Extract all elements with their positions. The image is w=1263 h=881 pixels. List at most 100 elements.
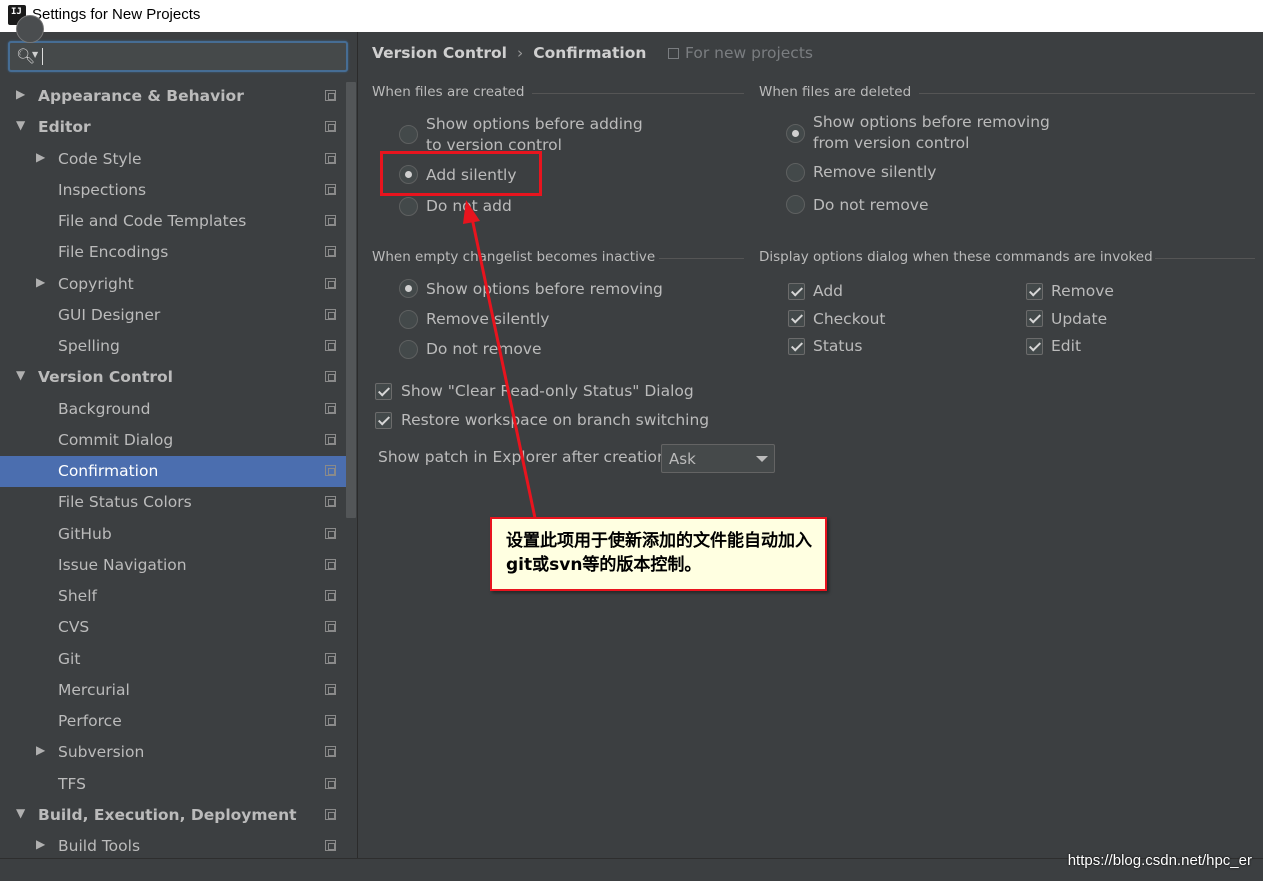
expand-arrow-down-icon[interactable]: ▼ [16,806,25,820]
radio-remove-silently[interactable] [786,163,805,182]
sidebar-item-issue-navigation[interactable]: Issue Navigation [0,550,346,581]
title-bar: IJ Settings for New Projects [0,0,1263,32]
sidebar-item-tfs[interactable]: TFS [0,769,346,800]
sidebar-scrollbar[interactable] [346,82,356,518]
checkbox-update[interactable] [1026,310,1043,327]
sidebar-item-version-control[interactable]: ▼ Version Control [0,362,346,393]
sidebar-item-label: File Encodings [58,243,169,261]
sidebar-item-code-style[interactable]: ▶ Code Style [0,144,346,175]
settings-search-input[interactable]: 🔍︎ ▼ [8,41,348,72]
option-do-not-remove[interactable]: Do not remove [813,195,929,216]
sidebar-item-build-execution-deployment[interactable]: ▼ Build, Execution, Deployment [0,800,346,831]
label-clear-readonly[interactable]: Show "Clear Read-only Status" Dialog [401,381,694,402]
radio-changelist-show-options[interactable] [399,279,418,298]
breadcrumb-confirmation: Confirmation [533,44,647,62]
sidebar-item-git[interactable]: Git [0,644,346,675]
expand-arrow-right-icon[interactable]: ▶ [36,743,45,757]
label-edit[interactable]: Edit [1051,336,1081,357]
label-status[interactable]: Status [813,336,862,357]
checkbox-checkout[interactable] [788,310,805,327]
sidebar-item-label: Code Style [58,150,142,168]
sidebar-item-background[interactable]: Background [0,394,346,425]
sidebar-item-copyright[interactable]: ▶ Copyright [0,269,346,300]
radio-do-not-remove[interactable] [786,195,805,214]
for-new-projects-label: For new projects [668,44,813,62]
radio-changelist-remove-silently[interactable] [399,310,418,329]
expand-arrow-right-icon[interactable]: ▶ [36,275,45,289]
section-divider [659,258,744,259]
option-changelist-show-options[interactable]: Show options before removing [426,279,663,300]
settings-sidebar: 🔍︎ ▼ ▶ Appearance & Behavior ▼ Editor ▶ Code … [0,32,358,858]
option-show-options-adding[interactable]: Show options before adding to version co… [426,114,643,156]
radio-show-options-removing[interactable] [786,124,805,143]
sidebar-item-mercurial[interactable]: Mercurial [0,675,346,706]
label-update[interactable]: Update [1051,309,1107,330]
sidebar-item-label: Editor [38,118,91,136]
help-icon[interactable] [16,15,44,43]
checkbox-restore-workspace[interactable] [375,412,392,429]
expand-arrow-right-icon[interactable]: ▶ [16,87,25,101]
annotation-highlight-box [380,151,542,196]
expand-arrow-down-icon[interactable]: ▼ [16,368,25,382]
sidebar-item-label: Issue Navigation [58,556,187,574]
option-changelist-do-not-remove[interactable]: Do not remove [426,339,542,360]
sidebar-item-file-encodings[interactable]: File Encodings [0,237,346,268]
sidebar-item-file-and-code-templates[interactable]: File and Code Templates [0,206,346,237]
project-settings-icon [325,840,336,851]
expand-arrow-down-icon[interactable]: ▼ [16,118,25,132]
checkbox-clear-readonly[interactable] [375,383,392,400]
sidebar-item-subversion[interactable]: ▶ Subversion [0,737,346,768]
show-patch-select[interactable]: Ask [661,444,775,473]
expand-arrow-right-icon[interactable]: ▶ [36,150,45,164]
sidebar-item-label: CVS [58,618,90,636]
sidebar-item-file-status-colors[interactable]: File Status Colors [0,487,346,518]
section-divider [1155,258,1255,259]
sidebar-item-cvs[interactable]: CVS [0,612,346,643]
sidebar-item-appearance-behavior[interactable]: ▶ Appearance & Behavior [0,81,346,112]
option-show-options-removing[interactable]: Show options before removing from versio… [813,112,1050,154]
project-settings-icon [325,90,336,101]
option-do-not-add[interactable]: Do not add [426,196,512,217]
project-settings-icon [325,340,336,351]
sidebar-item-commit-dialog[interactable]: Commit Dialog [0,425,346,456]
sidebar-item-inspections[interactable]: Inspections [0,175,346,206]
project-settings-icon [325,590,336,601]
sidebar-item-label: Spelling [58,337,120,355]
sidebar-item-label: Inspections [58,181,147,199]
section-divider [919,93,1255,94]
sidebar-item-label: Mercurial [58,681,130,699]
label-remove[interactable]: Remove [1051,281,1114,302]
sidebar-item-label: Copyright [58,275,134,293]
expand-arrow-right-icon[interactable]: ▶ [36,837,45,851]
label-show-patch: Show patch in Explorer after creation: [378,448,673,466]
checkbox-status[interactable] [788,338,805,355]
label-add[interactable]: Add [813,281,843,302]
sidebar-item-spelling[interactable]: Spelling [0,331,346,362]
chevron-down-icon[interactable]: ▼ [32,50,38,59]
sidebar-item-github[interactable]: GitHub [0,519,346,550]
label-checkout[interactable]: Checkout [813,309,886,330]
section-divider [532,93,744,94]
checkbox-remove[interactable] [1026,283,1043,300]
sidebar-item-editor[interactable]: ▼ Editor [0,112,346,143]
radio-changelist-do-not-remove[interactable] [399,340,418,359]
radio-show-options-adding[interactable] [399,125,418,144]
radio-do-not-add[interactable] [399,197,418,216]
chevron-down-icon [756,456,768,462]
project-settings-icon [325,621,336,632]
project-settings-icon [325,215,336,226]
sidebar-item-gui-designer[interactable]: GUI Designer [0,300,346,331]
checkbox-add[interactable] [788,283,805,300]
project-settings-icon [325,184,336,195]
project-settings-icon [325,528,336,539]
sidebar-item-confirmation[interactable]: Confirmation [0,456,346,487]
sidebar-item-label: Build, Execution, Deployment [38,806,297,824]
option-remove-silently[interactable]: Remove silently [813,162,936,183]
sidebar-item-perforce[interactable]: Perforce [0,706,346,737]
checkbox-edit[interactable] [1026,338,1043,355]
label-restore-workspace[interactable]: Restore workspace on branch switching [401,410,709,431]
breadcrumb: Version Control › Confirmation [372,44,646,62]
sidebar-item-shelf[interactable]: Shelf [0,581,346,612]
sidebar-item-label: File Status Colors [58,493,192,511]
option-changelist-remove-silently[interactable]: Remove silently [426,309,549,330]
